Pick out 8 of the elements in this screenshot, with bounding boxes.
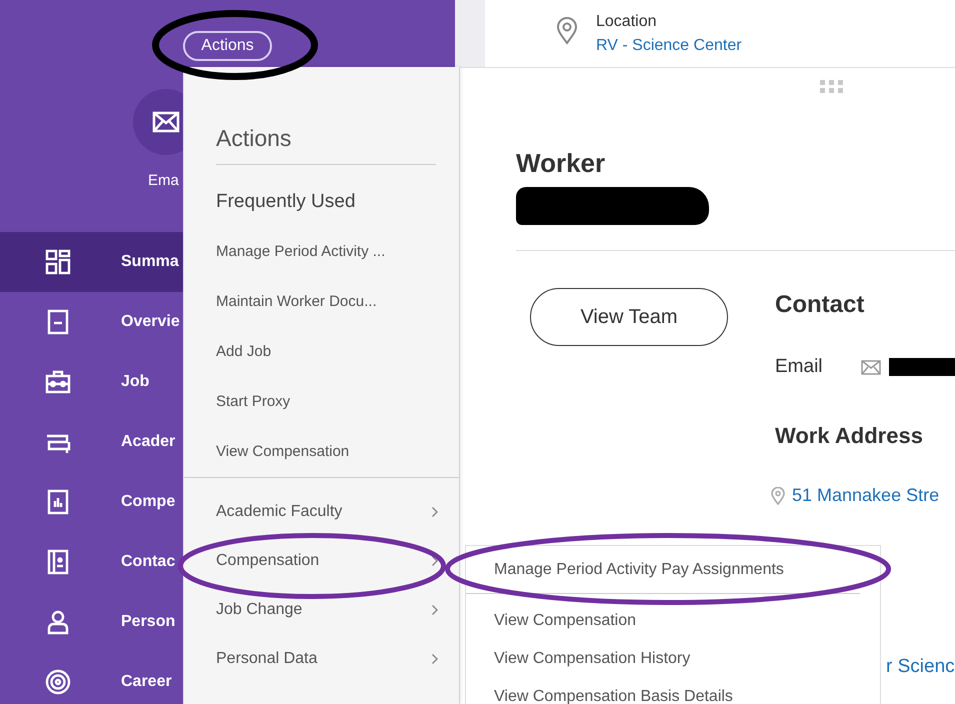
- menu-title: Actions: [216, 125, 292, 152]
- contact-heading: Contact: [775, 291, 866, 319]
- work-address-heading: Work Address: [775, 423, 924, 449]
- email-field-label: Email: [775, 356, 823, 378]
- worker-title: Worker: [516, 148, 606, 179]
- menu-section-heading: Frequently Used: [216, 191, 356, 214]
- email-label: Ema: [148, 172, 179, 189]
- location-label: Location: [596, 12, 658, 30]
